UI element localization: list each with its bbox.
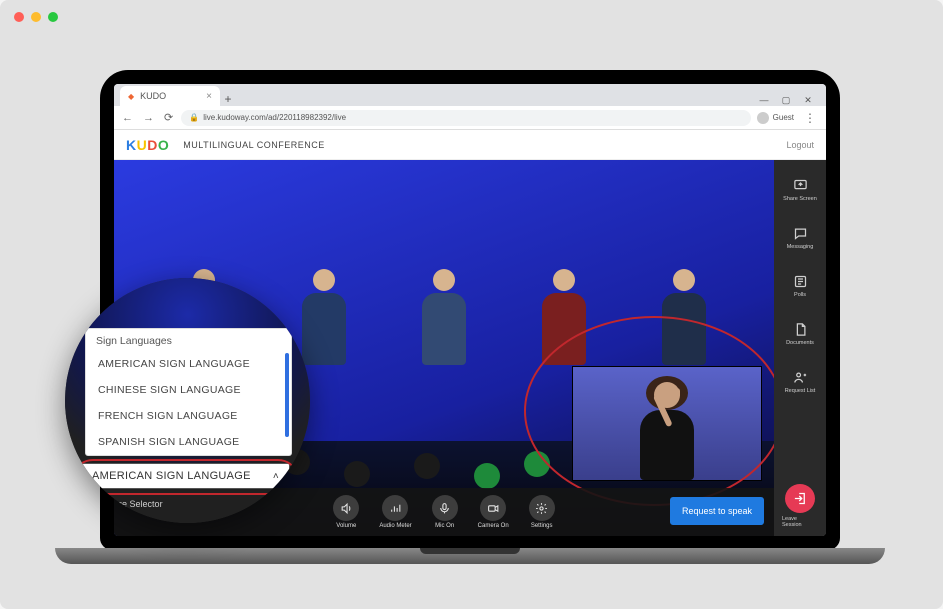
gear-icon [529, 495, 555, 521]
leave-label: Leave Session [782, 516, 818, 528]
volume-button[interactable]: Volume [333, 495, 359, 529]
share-screen-button[interactable]: Share Screen [782, 168, 818, 212]
request-list-button[interactable]: Request List [782, 360, 818, 404]
volume-label: Volume [336, 523, 356, 529]
documents-button[interactable]: Documents [782, 312, 818, 356]
scrollbar[interactable] [285, 353, 289, 437]
share-screen-icon [793, 178, 808, 193]
avatar-icon [757, 112, 769, 124]
lock-icon: 🔒 [189, 113, 199, 122]
window-minimize-icon[interactable]: — [758, 95, 770, 106]
settings-label: Settings [531, 523, 553, 529]
browser-tab[interactable]: ◆ KUDO × [120, 86, 220, 106]
profile-label: Guest [773, 113, 794, 122]
volume-icon [333, 495, 359, 521]
camera-button[interactable]: Camera On [478, 495, 509, 529]
request-to-speak-button[interactable]: Request to speak [670, 497, 764, 525]
window-maximize-icon[interactable]: ▢ [780, 95, 792, 106]
mac-minimize-dot[interactable] [31, 12, 41, 22]
chevron-up-icon: ˄ [273, 471, 279, 482]
audio-meter-icon [382, 495, 408, 521]
mac-close-dot[interactable] [14, 12, 24, 22]
app-logo: KUDO [126, 137, 169, 153]
documents-icon [793, 322, 808, 337]
messaging-icon [793, 226, 808, 241]
nav-reload-icon[interactable]: ⟳ [162, 111, 175, 124]
request-list-icon [793, 370, 808, 385]
polls-icon [793, 274, 808, 289]
new-tab-button[interactable]: + [220, 92, 236, 106]
window-close-icon[interactable]: ✕ [802, 95, 814, 106]
audio-meter-button[interactable]: Audio Meter [379, 495, 411, 529]
interpreter-pip[interactable] [572, 366, 762, 481]
nav-forward-icon[interactable]: → [141, 112, 156, 124]
mic-icon [432, 495, 458, 521]
language-option[interactable]: FRENCH SIGN LANGUAGE [86, 403, 291, 429]
language-option[interactable]: AMERICAN SIGN LANGUAGE [86, 351, 291, 377]
audio-meter-label: Audio Meter [379, 523, 411, 529]
language-magnifier: Sign Languages AMERICAN SIGN LANGUAGE CH… [65, 278, 310, 523]
panelist [649, 269, 719, 365]
polls-label: Polls [794, 292, 806, 298]
settings-button[interactable]: Settings [529, 495, 555, 529]
camera-icon [480, 495, 506, 521]
leave-icon [785, 484, 815, 513]
laptop-notch [420, 548, 520, 554]
url-input[interactable]: 🔒 live.kudoway.com/ad/220118982392/live [181, 110, 750, 126]
url-text: live.kudoway.com/ad/220118982392/live [203, 113, 346, 122]
panelist [529, 269, 599, 365]
language-option[interactable]: SPANISH SIGN LANGUAGE [86, 429, 291, 455]
language-selector-caption: Language Selector [87, 499, 163, 509]
language-dropdown-panel[interactable]: Sign Languages AMERICAN SIGN LANGUAGE CH… [85, 328, 292, 456]
browser-menu-icon[interactable]: ⋮ [800, 111, 820, 125]
interpreter-figure [632, 382, 702, 480]
language-selected: AMERICAN SIGN LANGUAGE [92, 470, 251, 482]
mic-button[interactable]: Mic On [432, 495, 458, 529]
language-select[interactable]: AMERICAN SIGN LANGUAGE ˄ [81, 463, 290, 489]
tab-title: KUDO [140, 91, 166, 101]
tab-close-icon[interactable]: × [206, 91, 212, 102]
messaging-button[interactable]: Messaging [782, 216, 818, 260]
browser-tabbar: ◆ KUDO × + — ▢ ✕ [114, 84, 826, 106]
language-heading: Sign Languages [86, 329, 291, 351]
window-controls: — ▢ ✕ [758, 95, 820, 106]
nav-back-icon[interactable]: ← [120, 112, 135, 124]
tab-favicon-icon: ◆ [128, 92, 134, 101]
logout-link[interactable]: Logout [786, 140, 814, 150]
mac-zoom-dot[interactable] [48, 12, 58, 22]
messaging-label: Messaging [787, 244, 814, 250]
share-screen-label: Share Screen [783, 196, 817, 202]
mac-window-dots [14, 12, 58, 22]
camera-label: Camera On [478, 523, 509, 529]
polls-button[interactable]: Polls [782, 264, 818, 308]
leave-session-button[interactable]: Leave Session [782, 484, 818, 528]
right-rail: Share Screen Messaging Polls Documents [774, 160, 826, 536]
app-header: KUDO MULTILINGUAL CONFERENCE Logout [114, 130, 826, 160]
documents-label: Documents [786, 340, 814, 346]
profile-chip[interactable]: Guest [757, 112, 794, 124]
request-list-label: Request List [785, 388, 816, 394]
event-title: MULTILINGUAL CONFERENCE [183, 140, 325, 150]
language-option[interactable]: CHINESE SIGN LANGUAGE [86, 377, 291, 403]
browser-addressbar: ← → ⟳ 🔒 live.kudoway.com/ad/220118982392… [114, 106, 826, 130]
panelist [409, 269, 479, 365]
stage: ◆ KUDO × + — ▢ ✕ ← → ⟳ 🔒 live.kudoway.c [0, 0, 943, 609]
mic-label: Mic On [435, 523, 454, 529]
